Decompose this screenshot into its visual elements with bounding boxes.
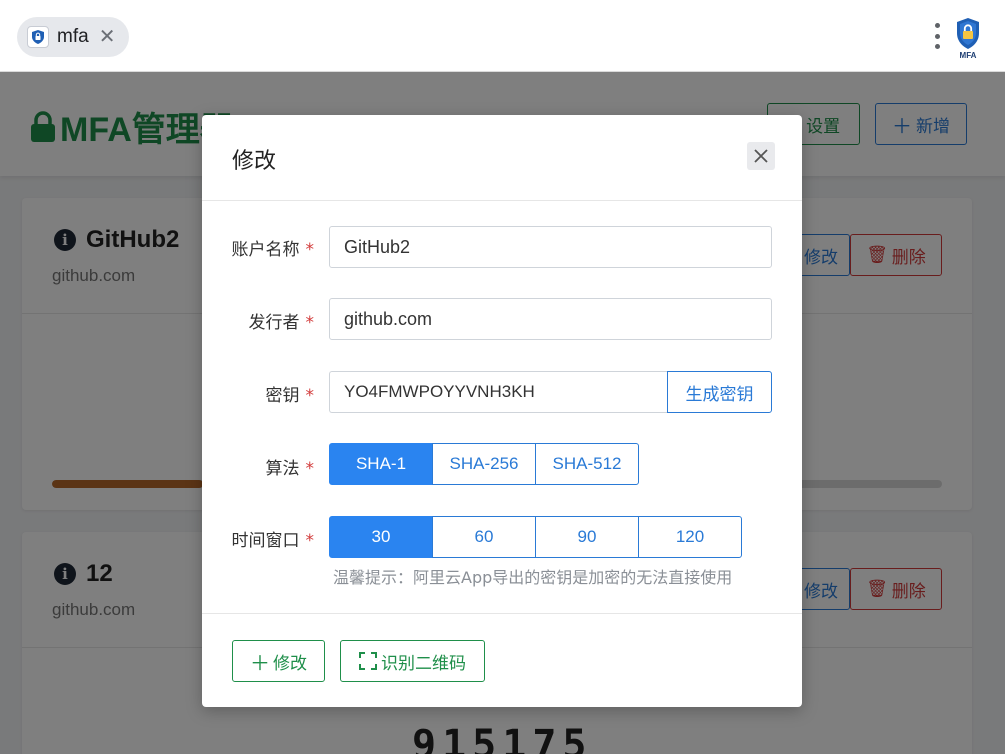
algorithm-option-sha512[interactable]: SHA-512 (535, 443, 639, 485)
plus-icon: ＋ (250, 650, 270, 675)
account-name-label: 账户名称 * (231, 240, 315, 260)
period-option-30[interactable]: 30 (329, 516, 433, 558)
tab-title: mfa (57, 26, 89, 47)
scan-icon (359, 652, 377, 670)
period-option-60[interactable]: 60 (432, 516, 536, 558)
account-name-input[interactable]: GitHub2 (329, 226, 772, 268)
submit-edit-label: 修改 (273, 653, 307, 674)
period-label: 时间窗口 * (231, 531, 315, 551)
algorithm-label: 算法 * (265, 459, 315, 479)
edit-account-dialog: 修改 账户名称 * GitHub2 发行者 * github.com 密钥 * YO4… (202, 115, 802, 707)
generate-secret-button[interactable]: 生成密钥 (667, 371, 772, 413)
secret-label: 密钥 * (265, 386, 315, 406)
issuer-input[interactable]: github.com (329, 298, 772, 340)
hint-text: 温馨提示：阿里云App导出的密钥是加密的无法直接使用 (333, 568, 733, 587)
browser-topbar: mfa ✕ MFA (0, 0, 1005, 72)
period-option-120[interactable]: 120 (638, 516, 742, 558)
divider (202, 200, 802, 201)
tab-close-icon[interactable]: ✕ (99, 27, 116, 47)
algorithm-option-sha256[interactable]: SHA-256 (432, 443, 536, 485)
algorithm-option-sha1[interactable]: SHA-1 (329, 443, 433, 485)
mfa-favicon-icon (27, 26, 49, 48)
issuer-label: 发行者 * (248, 313, 315, 333)
browser-tab[interactable]: mfa ✕ (17, 17, 129, 57)
mfa-extension-icon[interactable]: MFA (954, 16, 982, 60)
secret-input[interactable]: YO4FMWPOYYVNH3KH (329, 371, 668, 413)
period-option-90[interactable]: 90 (535, 516, 639, 558)
algorithm-selector: SHA-1 SHA-256 SHA-512 (329, 443, 639, 485)
divider (202, 613, 802, 614)
kebab-menu-icon[interactable] (926, 20, 948, 52)
period-selector: 30 60 90 120 (329, 516, 742, 558)
close-icon[interactable] (747, 142, 775, 170)
dialog-title: 修改 (232, 149, 277, 174)
submit-edit-button[interactable]: ＋ 修改 (232, 640, 325, 682)
scan-qr-label: 识别二维码 (381, 653, 466, 674)
svg-text:MFA: MFA (960, 51, 977, 60)
scan-qr-button[interactable]: 识别二维码 (340, 640, 485, 682)
